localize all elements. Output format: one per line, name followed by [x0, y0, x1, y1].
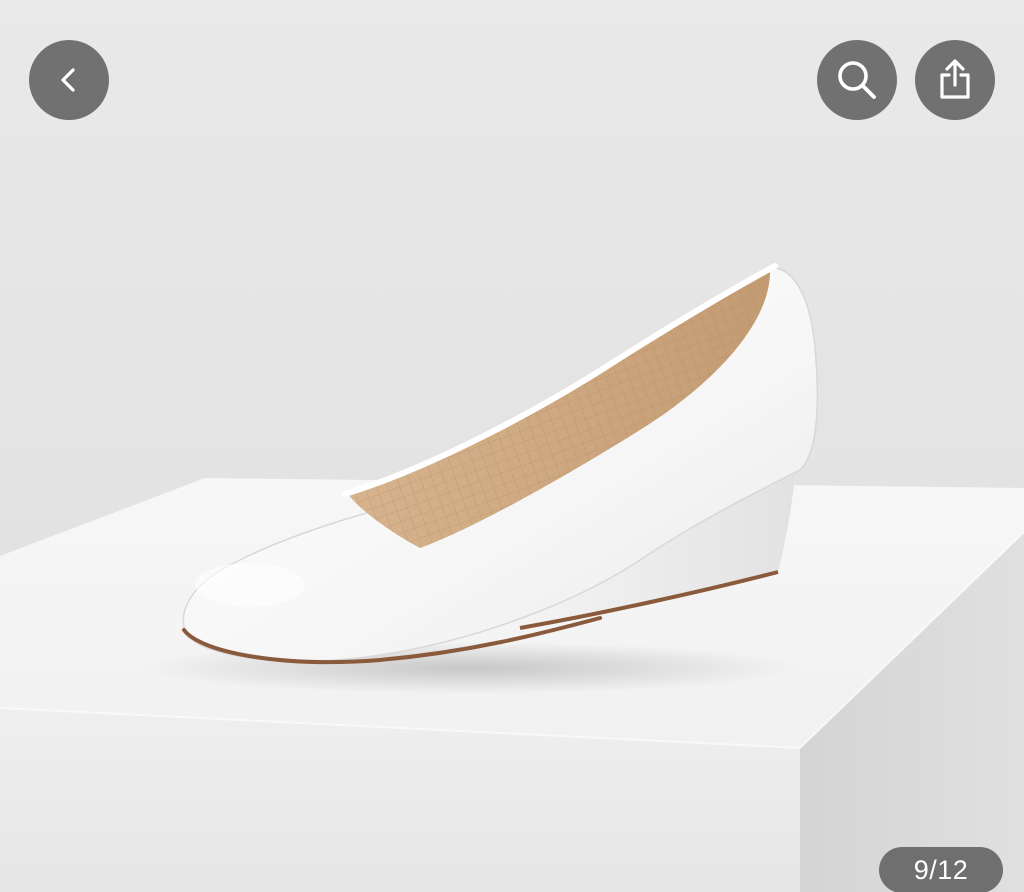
search-button[interactable]: [817, 40, 897, 120]
chevron-left-icon: [61, 68, 75, 92]
product-image[interactable]: [0, 0, 1024, 892]
image-viewer: 9/12: [0, 0, 1024, 892]
page-indicator: 9/12: [879, 847, 1003, 892]
back-button[interactable]: [29, 40, 109, 120]
share-icon: [940, 59, 970, 99]
share-button[interactable]: [915, 40, 995, 120]
page-indicator-text: 9/12: [913, 854, 969, 885]
search-icon: [838, 61, 876, 99]
